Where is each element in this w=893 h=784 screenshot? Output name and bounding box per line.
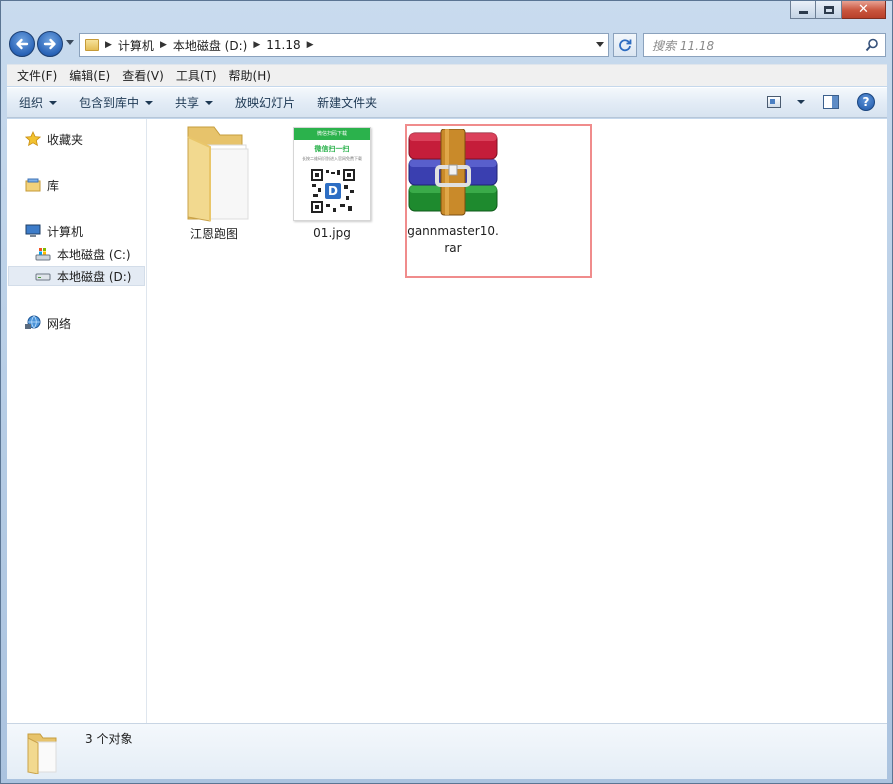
file-name: gannmaster10.rar: [407, 224, 499, 255]
nav-network[interactable]: 网络: [25, 313, 71, 333]
file-name: 01.jpg: [313, 226, 351, 240]
file-item-archive[interactable]: gannmaster10.rar: [403, 129, 513, 257]
thumbnail-caption: 长按二维码识别进入官网免费下载: [302, 156, 362, 161]
breadcrumb-separator-icon[interactable]: ▶: [105, 40, 112, 50]
search-box[interactable]: 搜索 11.18: [643, 33, 886, 57]
network-icon: [25, 315, 41, 329]
file-item-folder[interactable]: 江恩跑图: [159, 123, 269, 243]
drive-icon: [35, 273, 51, 281]
details-pane: 3 个对象: [7, 723, 887, 779]
share-button[interactable]: 共享: [175, 94, 214, 111]
library-icon: [25, 178, 41, 192]
search-icon[interactable]: [865, 38, 879, 52]
explorer-window: ✕ ▶ 计算机 ▶ 本地磁盘 (D:) ▶ 11.18 ▶ 搜索 11.18 文…: [0, 0, 893, 784]
command-bar: 组织 包含到库中 共享 放映幻灯片 新建文件夹 ?: [7, 87, 887, 118]
help-icon[interactable]: ?: [857, 93, 875, 111]
nav-favorites-label: 收藏夹: [47, 132, 84, 147]
new-folder-label: 新建文件夹: [317, 96, 378, 110]
nav-drive-c[interactable]: 本地磁盘 (C:): [35, 244, 131, 264]
computer-icon: [25, 224, 41, 237]
address-row: ▶ 计算机 ▶ 本地磁盘 (D:) ▶ 11.18 ▶ 搜索 11.18: [7, 31, 887, 59]
system-drive-icon: [35, 248, 51, 261]
nav-library[interactable]: 库: [25, 175, 59, 195]
folder-icon: [187, 126, 249, 222]
address-history-dropdown[interactable]: [596, 42, 604, 47]
chevron-down-icon: [205, 100, 214, 105]
breadcrumb-separator-icon[interactable]: ▶: [307, 40, 314, 50]
winrar-archive-icon: [408, 129, 498, 216]
menu-view[interactable]: 查看(V): [116, 67, 170, 84]
menu-tools[interactable]: 工具(T): [170, 67, 223, 84]
back-arrow-icon: [16, 38, 29, 50]
breadcrumb-separator-icon[interactable]: ▶: [160, 40, 167, 50]
chevron-down-icon: [49, 100, 58, 105]
item-count: 3 个对象: [85, 732, 133, 746]
star-icon: [25, 131, 41, 147]
refresh-icon: [619, 39, 632, 52]
new-folder-button[interactable]: 新建文件夹: [317, 94, 377, 111]
back-button[interactable]: [9, 31, 35, 57]
file-name: 江恩跑图: [189, 227, 238, 241]
nav-library-label: 库: [47, 178, 60, 193]
thumbnail-header: 微信扫码下载: [294, 128, 370, 140]
file-list: 江恩跑图 微信扫码下载 微信扫一扫 长按二维码识别进入官网免费下载 D 01.j…: [147, 119, 887, 723]
nav-network-label: 网络: [47, 316, 72, 331]
maximize-button[interactable]: [816, 1, 842, 19]
forward-button[interactable]: [37, 31, 63, 57]
menu-help[interactable]: 帮助(H): [223, 67, 277, 84]
content-area: 收藏夹 库 计算机 本地磁盘 (C:) 本地磁盘 (D:) 网络 江恩跑图 微信…: [7, 119, 887, 723]
menu-bar: 文件(F) 编辑(E) 查看(V) 工具(T) 帮助(H): [7, 64, 887, 86]
nav-drive-c-label: 本地磁盘 (C:): [57, 247, 131, 262]
slideshow-button[interactable]: 放映幻灯片: [235, 94, 295, 111]
nav-computer-label: 计算机: [47, 224, 84, 239]
view-options-dropdown[interactable]: [797, 100, 805, 104]
close-icon: ✕: [858, 2, 869, 17]
caption-buttons: ✕: [790, 1, 886, 19]
breadcrumb-separator-icon[interactable]: ▶: [253, 40, 260, 50]
minimize-button[interactable]: [790, 1, 816, 19]
toolbar-right-group: ?: [767, 93, 875, 111]
menu-edit[interactable]: 编辑(E): [63, 67, 116, 84]
minimize-icon: [798, 11, 808, 14]
change-view-icon[interactable]: [767, 96, 781, 108]
include-in-library-button[interactable]: 包含到库中: [79, 94, 154, 111]
close-button[interactable]: ✕: [842, 1, 886, 19]
include-in-library-label: 包含到库中: [79, 96, 140, 110]
search-placeholder: 搜索 11.18: [652, 38, 715, 53]
navigation-pane: 收藏夹 库 计算机 本地磁盘 (C:) 本地磁盘 (D:) 网络: [7, 119, 147, 723]
qr-code-icon: D: [310, 168, 356, 214]
share-label: 共享: [175, 96, 200, 110]
svg-text:D: D: [328, 184, 338, 198]
chevron-down-icon: [145, 100, 154, 105]
folder-icon: [27, 733, 57, 774]
address-bar[interactable]: ▶ 计算机 ▶ 本地磁盘 (D:) ▶ 11.18 ▶: [79, 33, 609, 57]
nav-computer[interactable]: 计算机: [25, 221, 83, 241]
refresh-button[interactable]: [613, 33, 637, 57]
preview-pane-icon[interactable]: [823, 95, 839, 109]
breadcrumb-drive-d[interactable]: 本地磁盘 (D:): [173, 37, 247, 54]
folder-icon: [85, 39, 99, 51]
breadcrumb-computer[interactable]: 计算机: [118, 37, 154, 54]
nav-drive-d-label: 本地磁盘 (D:): [57, 269, 132, 284]
thumbnail-title: 微信扫一扫: [314, 145, 350, 153]
nav-favorites[interactable]: 收藏夹: [25, 129, 83, 149]
nav-drive-d[interactable]: 本地磁盘 (D:): [8, 266, 145, 286]
recent-pages-dropdown[interactable]: [66, 40, 74, 45]
breadcrumb-current-folder[interactable]: 11.18: [266, 38, 300, 52]
slideshow-label: 放映幻灯片: [235, 96, 296, 110]
maximize-icon: [823, 5, 834, 14]
menu-file[interactable]: 文件(F): [11, 67, 63, 84]
file-item-image[interactable]: 微信扫码下载 微信扫一扫 长按二维码识别进入官网免费下载 D 01.jpg: [277, 123, 387, 242]
organize-label: 组织: [19, 96, 44, 110]
image-thumbnail: 微信扫码下载 微信扫一扫 长按二维码识别进入官网免费下载 D: [293, 127, 371, 221]
organize-button[interactable]: 组织: [19, 94, 58, 111]
forward-arrow-icon: [43, 38, 56, 50]
